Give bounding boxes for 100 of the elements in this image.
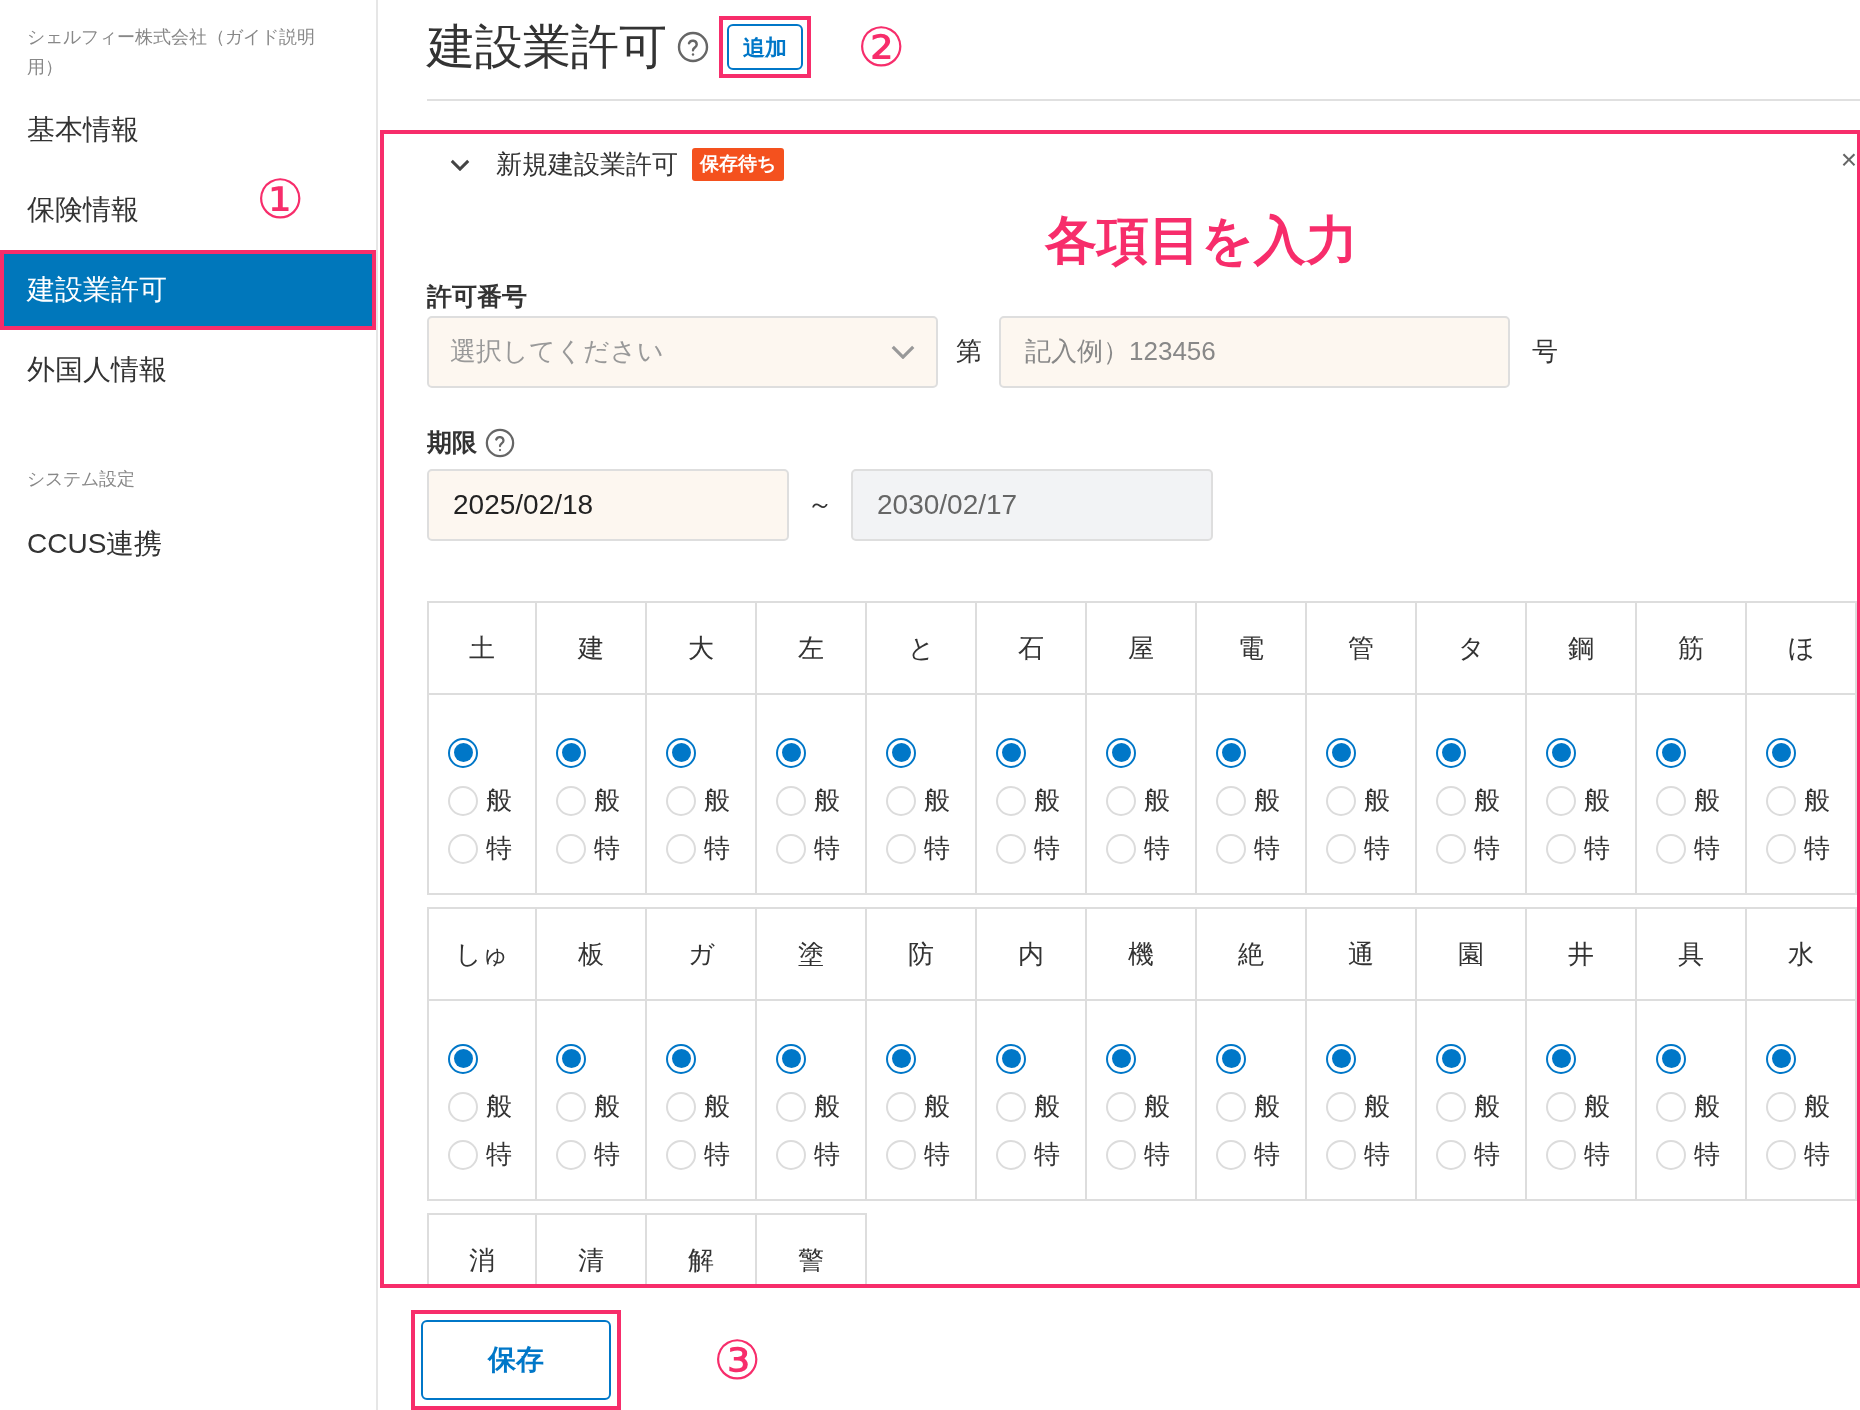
radio-label: 般 xyxy=(704,1090,730,1124)
trade-header: 警 xyxy=(797,1243,825,1277)
radio-label: 般 xyxy=(1254,784,1280,818)
trade-header: 塗 xyxy=(797,937,825,971)
radio-label: 般 xyxy=(924,784,950,818)
radio-button[interactable] xyxy=(996,737,1026,768)
radio-label: 般 xyxy=(1034,784,1060,818)
radio-label: 般 xyxy=(1584,1090,1610,1124)
radio-button[interactable] xyxy=(1436,737,1466,768)
chevron-icon[interactable] xyxy=(450,158,470,171)
radio-button[interactable] xyxy=(1656,1043,1686,1074)
radio-label: 特 xyxy=(924,832,950,866)
radio-label: 特 xyxy=(704,1138,730,1172)
trade-header: 石 xyxy=(1017,631,1045,665)
trade-header: 園 xyxy=(1457,937,1485,971)
annotation-number: ① xyxy=(256,172,304,226)
radio-button[interactable] xyxy=(1766,737,1796,768)
trade-header: 管 xyxy=(1347,631,1375,665)
trade-header: と xyxy=(906,631,936,665)
page-title: 建設業許可 xyxy=(427,23,667,72)
radio-label: 特 xyxy=(594,1138,620,1172)
radio-label: 特 xyxy=(486,1138,512,1172)
radio-label: 特 xyxy=(1254,832,1280,866)
trade-header: 絶 xyxy=(1237,937,1265,971)
radio-label: 般 xyxy=(486,1090,512,1124)
radio-label: 般 xyxy=(1144,1090,1170,1124)
radio-button[interactable] xyxy=(1326,1043,1356,1074)
trade-header: 防 xyxy=(907,937,935,971)
field-prefix: 第 xyxy=(954,335,983,369)
radio-label: 特 xyxy=(1364,1138,1390,1172)
trade-header: 井 xyxy=(1567,937,1595,971)
radio-button[interactable] xyxy=(1766,1043,1796,1074)
help-icon[interactable] xyxy=(485,427,515,458)
annotation-number: ③ xyxy=(713,1333,761,1387)
trade-header: 解 xyxy=(687,1243,715,1277)
add-button[interactable]: 追加 xyxy=(727,24,803,71)
chevron-icon xyxy=(891,344,915,359)
radio-label: 特 xyxy=(814,1138,840,1172)
radio-label: 特 xyxy=(1474,832,1500,866)
help-icon[interactable] xyxy=(677,31,709,64)
radio-button[interactable] xyxy=(666,737,696,768)
section-title: システム設定 xyxy=(26,468,136,491)
radio-label: 般 xyxy=(1474,1090,1500,1124)
sidebar-item[interactable]: 建設業許可 xyxy=(0,250,376,330)
radio-label: 特 xyxy=(1584,832,1610,866)
radio-button[interactable] xyxy=(556,737,586,768)
radio-label: 般 xyxy=(1694,1090,1720,1124)
save-button[interactable]: 保存 xyxy=(421,1320,611,1400)
radio-label: 特 xyxy=(486,832,512,866)
radio-button[interactable] xyxy=(1106,737,1136,768)
radio-label: 特 xyxy=(1474,1138,1500,1172)
date-field[interactable]: 2025/02/18 xyxy=(427,468,789,541)
radio-label: 般 xyxy=(594,784,620,818)
trade-header: 機 xyxy=(1127,937,1155,971)
radio-label: 特 xyxy=(1144,1138,1170,1172)
radio-button[interactable] xyxy=(1546,1043,1576,1074)
radio-button[interactable] xyxy=(996,1043,1026,1074)
radio-button[interactable] xyxy=(1436,1043,1466,1074)
radio-button[interactable] xyxy=(886,1043,916,1074)
radio-label: 般 xyxy=(594,1090,620,1124)
radio-label: 般 xyxy=(1804,784,1830,818)
radio-label: 特 xyxy=(1034,1138,1060,1172)
field-label: 期限 xyxy=(427,426,477,458)
radio-label: 特 xyxy=(1144,832,1170,866)
radio-button[interactable] xyxy=(556,1043,586,1074)
radio-label: 般 xyxy=(1364,1090,1390,1124)
radio-label: 特 xyxy=(1034,832,1060,866)
company-name: シェルフィー株式会社（ガイド説明用） xyxy=(26,26,316,79)
radio-button[interactable] xyxy=(448,1043,478,1074)
radio-label: 般 xyxy=(704,784,730,818)
radio-button[interactable] xyxy=(1216,737,1246,768)
trade-header: 屋 xyxy=(1127,631,1155,665)
close-button[interactable]: × xyxy=(1840,145,1857,174)
radio-label: 般 xyxy=(1804,1090,1830,1124)
radio-button[interactable] xyxy=(776,1043,806,1074)
radio-button[interactable] xyxy=(1656,737,1686,768)
radio-label: 般 xyxy=(1584,784,1610,818)
panel-title: 新規建設業許可 xyxy=(496,148,678,182)
trade-header: 大 xyxy=(687,631,715,665)
trade-header: 土 xyxy=(468,631,496,665)
field-label: 許可番号 xyxy=(427,280,528,312)
radio-button[interactable] xyxy=(1546,737,1576,768)
trade-header: 水 xyxy=(1787,937,1815,971)
radio-button[interactable] xyxy=(776,737,806,768)
radio-button[interactable] xyxy=(448,737,478,768)
field-suffix: 号 xyxy=(1532,335,1558,369)
radio-label: 特 xyxy=(704,832,730,866)
radio-label: 特 xyxy=(924,1138,950,1172)
radio-button[interactable] xyxy=(666,1043,696,1074)
radio-label: 般 xyxy=(486,784,512,818)
radio-button[interactable] xyxy=(1326,737,1356,768)
radio-label: 特 xyxy=(814,832,840,866)
radio-label: 般 xyxy=(814,1090,840,1124)
radio-button[interactable] xyxy=(1216,1043,1246,1074)
number-field[interactable]: 記入例）123456 xyxy=(999,315,1510,388)
trade-header: ほ xyxy=(1786,631,1816,665)
radio-label: 般 xyxy=(1144,784,1170,818)
radio-button[interactable] xyxy=(1106,1043,1136,1074)
radio-button[interactable] xyxy=(886,737,916,768)
radio-label: 特 xyxy=(1694,1138,1720,1172)
